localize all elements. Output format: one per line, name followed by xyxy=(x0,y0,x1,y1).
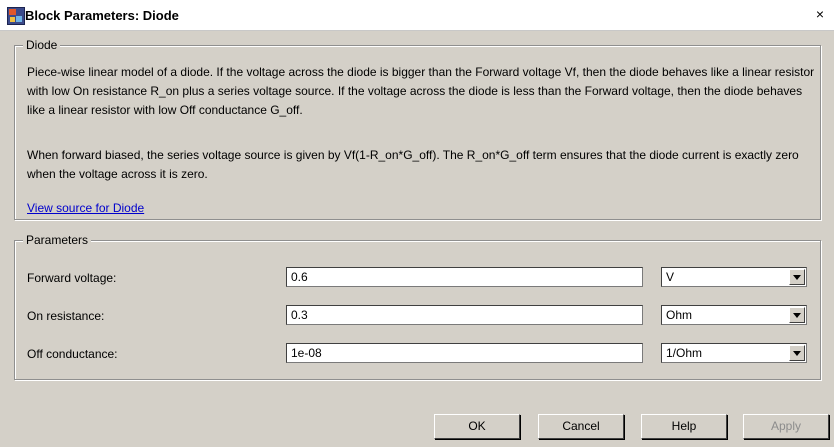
help-button[interactable]: Help xyxy=(641,414,727,439)
description-group-title: Diode xyxy=(23,38,61,52)
title-bar: Block Parameters: Diode × xyxy=(0,0,834,31)
block-parameters-dialog: Block Parameters: Diode × Diode Piece-wi… xyxy=(0,0,834,447)
off-conductance-unit-select[interactable]: 1/Ohm xyxy=(661,343,807,363)
cancel-button[interactable]: Cancel xyxy=(538,414,624,439)
forward-voltage-unit-select[interactable]: V xyxy=(661,267,807,287)
off-conductance-label: Off conductance: xyxy=(27,347,118,361)
parameters-group: Parameters Forward voltage: V On resista… xyxy=(14,233,821,380)
description-group: Diode Piece-wise linear model of a diode… xyxy=(14,38,821,220)
chevron-down-icon[interactable] xyxy=(789,307,805,323)
simulink-block-icon xyxy=(7,7,25,25)
on-resistance-input[interactable] xyxy=(286,305,643,325)
on-resistance-unit-value: Ohm xyxy=(666,308,693,322)
close-icon[interactable]: × xyxy=(812,6,828,22)
off-conductance-input[interactable] xyxy=(286,343,643,363)
on-resistance-label: On resistance: xyxy=(27,309,105,323)
view-source-link[interactable]: View source for Diode xyxy=(27,201,144,215)
off-conductance-unit-value: 1/Ohm xyxy=(666,346,703,360)
chevron-down-icon[interactable] xyxy=(789,345,805,361)
description-paragraph-2: When forward biased, the series voltage … xyxy=(27,148,799,181)
forward-voltage-label: Forward voltage: xyxy=(27,271,117,285)
ok-button[interactable]: OK xyxy=(434,414,520,439)
parameters-group-title: Parameters xyxy=(23,233,92,247)
forward-voltage-input[interactable] xyxy=(286,267,643,287)
apply-button[interactable]: Apply xyxy=(743,414,829,439)
on-resistance-unit-select[interactable]: Ohm xyxy=(661,305,807,325)
window-title: Block Parameters: Diode xyxy=(25,8,179,23)
chevron-down-icon[interactable] xyxy=(789,269,805,285)
description-paragraph-1: Piece-wise linear model of a diode. If t… xyxy=(27,65,815,117)
forward-voltage-unit-value: V xyxy=(666,270,675,284)
